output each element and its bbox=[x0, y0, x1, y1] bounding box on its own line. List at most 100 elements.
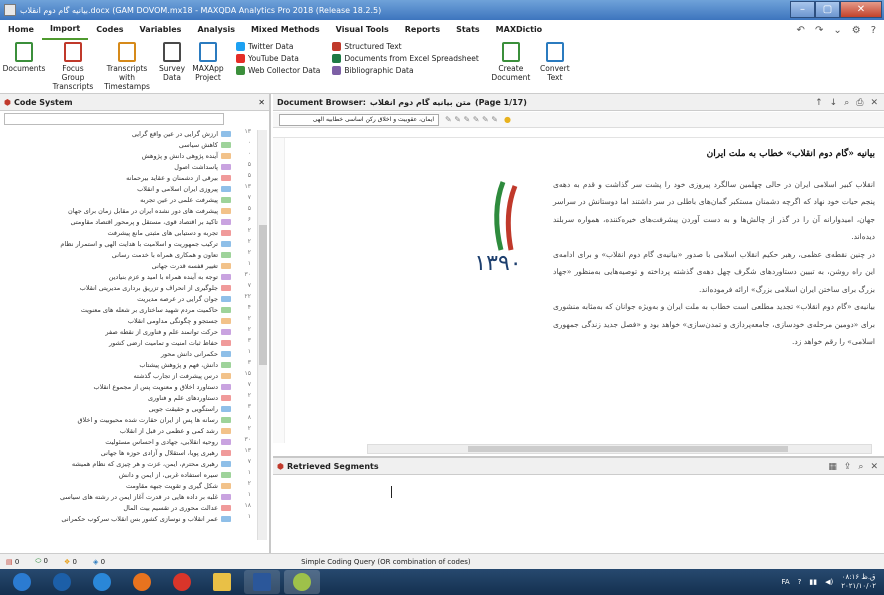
close-icon[interactable]: ✕ bbox=[870, 98, 878, 108]
import-transcripts-button[interactable]: Transcripts with Timestamps bbox=[102, 42, 152, 91]
code-item[interactable]: حفاظ ثبات امنیت و تمامیت ارضی کشور ۳ bbox=[0, 337, 255, 348]
taskbar-explorer[interactable] bbox=[204, 570, 240, 594]
close-button[interactable]: ✕ bbox=[840, 1, 882, 18]
scroll-thumb[interactable] bbox=[259, 225, 267, 365]
network-icon[interactable]: ▮▮ bbox=[809, 578, 817, 586]
down-icon[interactable]: ↓ bbox=[830, 98, 838, 108]
tab-codes[interactable]: Codes bbox=[88, 21, 131, 39]
code-item[interactable]: دستاوردهای علم و فناوری ۲ bbox=[0, 392, 255, 403]
volume-icon[interactable]: ◀) bbox=[825, 578, 833, 586]
structured-text-button[interactable]: Structured Text bbox=[332, 42, 478, 51]
search-icon[interactable]: ⌕ bbox=[858, 462, 863, 472]
code-item[interactable]: جلوگیری از انحراف و تزریق برداری مدیریتی… bbox=[0, 282, 255, 293]
table-view-icon[interactable]: ▦ bbox=[828, 462, 837, 472]
settings-icon[interactable]: ⚙ bbox=[852, 25, 861, 36]
maximize-button[interactable]: ▢ bbox=[815, 1, 840, 18]
pane-close-icon[interactable]: ✕ bbox=[258, 98, 265, 107]
excel-import-button[interactable]: Documents from Excel Spreadsheet bbox=[332, 54, 479, 63]
tab-maxdictio[interactable]: MAXDictio bbox=[488, 21, 551, 39]
code-item[interactable]: بیرقی از دشمنان و عقاید بیرحمانه ۵ bbox=[0, 172, 255, 183]
tab-visual-tools[interactable]: Visual Tools bbox=[328, 21, 397, 39]
search-icon[interactable]: ⌕ bbox=[844, 98, 849, 108]
code-item[interactable]: پیروزی ایران اسلامی و انقلاب ۱۳ bbox=[0, 183, 255, 194]
code-item[interactable]: حکمرانی دانش محور ۱ bbox=[0, 348, 255, 359]
code-item[interactable]: جوان گرایی در عرصه مدیریت ۲۲ bbox=[0, 293, 255, 304]
code-item[interactable]: حاکمیت مردم شهید ساختاری بر شعله های معن… bbox=[0, 304, 255, 315]
document-text[interactable]: بیانیه «گام دوم انقلاب» خطاب به ملت ایرا… bbox=[553, 146, 875, 351]
close-icon[interactable]: ✕ bbox=[870, 462, 878, 472]
export-icon[interactable]: ⇪ bbox=[844, 462, 852, 472]
code-item[interactable]: تغییر قفسه قدرت جهانی ۱ bbox=[0, 260, 255, 271]
code-item[interactable]: جستجو و چگونگی مداومی انقلاب ۲ bbox=[0, 315, 255, 326]
tab-variables[interactable]: Variables bbox=[132, 21, 190, 39]
code-item[interactable]: شکل گیری و تقویت جبهه مقاومت ۲ bbox=[0, 480, 255, 491]
undo-icon[interactable]: ↶ bbox=[797, 25, 805, 36]
taskbar-ie[interactable] bbox=[84, 570, 120, 594]
tab-import[interactable]: Import bbox=[41, 20, 89, 40]
code-item[interactable]: ترکیب جمهوریت و اسلامیت با هدایت الهی و … bbox=[0, 238, 255, 249]
tab-stats[interactable]: Stats bbox=[448, 21, 488, 39]
convert-text-button[interactable]: Convert Text bbox=[537, 42, 573, 82]
taskbar-word[interactable] bbox=[244, 570, 280, 594]
code-item[interactable]: پیشرفت های دور نشده ایران در مقابل زمان … bbox=[0, 205, 255, 216]
tab-analysis[interactable]: Analysis bbox=[189, 21, 243, 39]
code-item[interactable]: رشد کمی و عظمی در قبل از انقلاب ۲ bbox=[0, 425, 255, 436]
highlighter-icon[interactable]: ✎ ✎ ✎ ✎ ✎ ✎ bbox=[445, 115, 498, 124]
redo-icon[interactable]: ↷ bbox=[815, 25, 823, 36]
clock[interactable]: ۰۸:۱۶ ق.ظ ۲۰۲۱/۱۰/۰۲ bbox=[841, 573, 876, 591]
taskbar-chrome[interactable] bbox=[164, 570, 200, 594]
code-item[interactable]: تجربه و دستیابی های مثبتی مانع پیشرفت ۲ bbox=[0, 227, 255, 238]
code-item[interactable]: آینده پژوهی دانش و پژوهش ۰ bbox=[0, 150, 255, 161]
code-search-input[interactable] bbox=[4, 113, 224, 125]
bibliographic-button[interactable]: Bibliographic Data bbox=[332, 66, 478, 75]
taskbar-media[interactable] bbox=[44, 570, 80, 594]
code-item[interactable]: عدالت محوری در تقسیم بیت المال ۱۸ bbox=[0, 502, 255, 513]
code-item[interactable]: روحیه انقلابی، جهادی و احساس مسئولیت ۳۰ bbox=[0, 436, 255, 447]
code-item[interactable]: دانش، فهم و پژوهش پیشتاب ۳ bbox=[0, 359, 255, 370]
doc-horizontal-scrollbar[interactable] bbox=[367, 444, 872, 454]
code-item[interactable]: حرکت توانمند علم و فناوری از نقطه صفر ۲ bbox=[0, 326, 255, 337]
print-icon[interactable]: ⎙ bbox=[856, 98, 863, 108]
code-dropdown[interactable]: ایمان، عقوبیت و اخلاق رکن اساسی خطابیه ا… bbox=[279, 113, 439, 126]
create-document-button[interactable]: Create Document bbox=[491, 42, 531, 82]
tab-home[interactable]: Home bbox=[0, 21, 42, 39]
coding-stripes-area[interactable] bbox=[273, 138, 285, 443]
code-item[interactable]: رهبری پویا، استقلال و آزادی حوزه ها جهان… bbox=[0, 447, 255, 458]
code-item[interactable]: راستگویی و حقیقت جویی ۳ bbox=[0, 403, 255, 414]
help-tray-icon[interactable]: ? bbox=[798, 578, 802, 586]
code-item[interactable]: تاکید بر اقتصاد قوی، مستقل و پرمحور اقتص… bbox=[0, 216, 255, 227]
hscroll-thumb[interactable] bbox=[468, 446, 788, 452]
code-item[interactable]: دستاورد اخلاق و معنویت پس از مجموع انقلا… bbox=[0, 381, 255, 392]
help-icon[interactable]: ? bbox=[871, 25, 876, 36]
language-indicator[interactable]: FA bbox=[781, 578, 789, 586]
youtube-data-button[interactable]: YouTube Data bbox=[236, 54, 320, 63]
code-item[interactable]: رسانه ها پس از ایران حقارت شده محبوبیت و… bbox=[0, 414, 255, 425]
code-item[interactable]: درس پیشرفت از تجارب گذشته ۱۵ bbox=[0, 370, 255, 381]
code-item[interactable]: تعاون و همکاری همراه با خدمت رسانی ۲ bbox=[0, 249, 255, 260]
taskbar-maxqda[interactable] bbox=[284, 570, 320, 594]
import-survey-button[interactable]: Survey Data bbox=[158, 42, 186, 82]
code-item[interactable]: توجه به آینده همراه با امید و عزم بنیادی… bbox=[0, 271, 255, 282]
twitter-data-button[interactable]: Twitter Data bbox=[236, 42, 320, 51]
import-focus-group-button[interactable]: Focus Group Transcripts bbox=[50, 42, 96, 91]
chevron-down-icon[interactable]: ⌄ bbox=[833, 25, 841, 36]
code-item[interactable]: رهبری محترم، ایمن، عزت و هر چیزی که نظام… bbox=[0, 458, 255, 469]
taskbar-firefox[interactable] bbox=[124, 570, 160, 594]
code-item[interactable]: پیشرفت علمی در عین تجربه ۷ bbox=[0, 194, 255, 205]
minimize-button[interactable]: – bbox=[790, 1, 815, 18]
code-item[interactable]: پاسداشت اصول ۵ bbox=[0, 161, 255, 172]
start-button[interactable] bbox=[4, 570, 40, 594]
import-maxapp-button[interactable]: MAXApp Project bbox=[192, 42, 224, 82]
up-icon[interactable]: ↑ bbox=[815, 98, 823, 108]
code-item[interactable]: سیره استفاده غربی، از ایمن و دانش ۱ bbox=[0, 469, 255, 480]
emoticon-icon[interactable]: ● bbox=[504, 115, 511, 124]
code-item[interactable]: عمر انقلاب و نوسازی کشور بس انقلاب سرکوب… bbox=[0, 513, 255, 524]
import-documents-button[interactable]: Documents bbox=[3, 42, 45, 73]
tab-reports[interactable]: Reports bbox=[397, 21, 448, 39]
tab-mixed-methods[interactable]: Mixed Methods bbox=[243, 21, 328, 39]
web-collector-button[interactable]: Web Collector Data bbox=[236, 66, 320, 75]
code-scrollbar[interactable] bbox=[257, 130, 267, 540]
code-item[interactable]: کاهش سیاسی ۰ bbox=[0, 139, 255, 150]
code-item[interactable]: غلبه بر داده هایی در قدرت آغاز ایمن در ر… bbox=[0, 491, 255, 502]
code-item[interactable]: ارزش گرایی در عین واقع گرایی ۱۳ bbox=[0, 128, 255, 139]
